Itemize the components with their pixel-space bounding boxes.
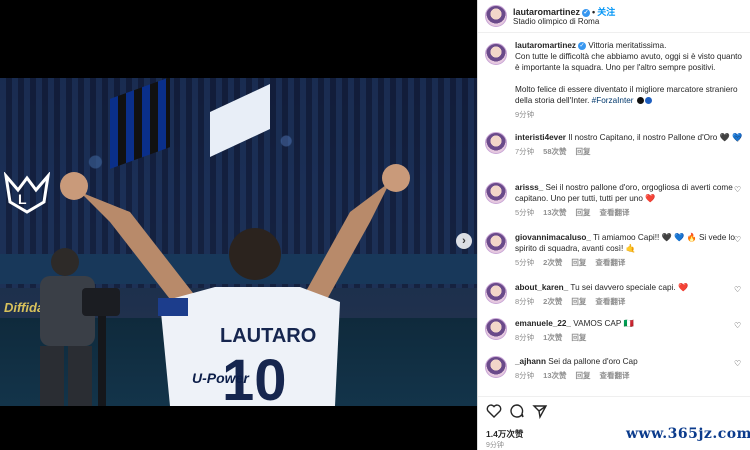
hashtag-link[interactable]: #ForzaInter: [592, 96, 634, 105]
comment-bubble-icon[interactable]: [509, 403, 525, 419]
like-count[interactable]: 1.4万次赞: [486, 428, 523, 440]
verified-badge-icon: ✓: [582, 8, 591, 17]
translate-button[interactable]: 查看翻译: [595, 258, 625, 267]
reply-button[interactable]: 回复: [576, 147, 591, 156]
location-link[interactable]: Stadio olimpico di Roma: [513, 17, 599, 26]
comment-item: about_karen_ Tu sei davvero speciale cap…: [478, 282, 750, 307]
like-comment-heart-icon[interactable]: ♡: [734, 136, 742, 144]
post-photo[interactable]: Diffida LAUTARO 10 U-Power L: [0, 78, 477, 406]
verified-badge-icon: ✓: [577, 41, 586, 50]
post-actions-bar: [478, 396, 750, 420]
svg-text:L: L: [18, 191, 27, 207]
comment-username[interactable]: about_karen_: [515, 283, 568, 292]
post-header: lautaromartinez ✓ • 关注 Stadio olimpico di R…: [478, 0, 750, 33]
comment-username[interactable]: emanuele_22_: [515, 319, 571, 328]
comment-likes[interactable]: 1次赞: [543, 333, 562, 342]
comment-text: Tu sei davvero speciale capi. ❤️: [570, 283, 689, 292]
comment-item: arisss_ Sei il nostro pallone d'oro, org…: [478, 182, 750, 218]
caption-line2: Con tutte le difficoltà che abbiamo avut…: [515, 52, 742, 72]
caption-username[interactable]: lautaromartinez: [515, 41, 576, 50]
comment-time: 8分钟: [515, 371, 535, 380]
comment-time: 5分钟: [515, 208, 535, 217]
comment-likes[interactable]: 13次赞: [543, 371, 566, 380]
jersey-name: LAUTARO: [220, 325, 316, 347]
comment-item: _ajhann Sei da pallone d'oro Cap 8分钟 13次赞…: [478, 356, 750, 381]
share-send-icon[interactable]: [532, 403, 548, 419]
avatar[interactable]: [485, 356, 507, 378]
reply-button[interactable]: 回复: [571, 258, 586, 267]
next-image-button[interactable]: ›: [456, 233, 472, 249]
like-comment-heart-icon[interactable]: ♡: [734, 322, 742, 330]
comment-time: 8分钟: [515, 297, 535, 306]
like-comment-heart-icon[interactable]: ♡: [734, 236, 742, 244]
comment-text: Il nostro Capitano, il nostro Pallone d'…: [568, 133, 743, 142]
black-heart-icon: [636, 97, 644, 105]
comment-text: Sei da pallone d'oro Cap: [548, 357, 638, 366]
comment-likes[interactable]: 2次赞: [543, 297, 562, 306]
comment-likes[interactable]: 58次赞: [543, 147, 566, 156]
caption-time: 9分钟: [515, 110, 535, 119]
translate-button[interactable]: 查看翻译: [600, 208, 630, 217]
avatar[interactable]: [485, 232, 507, 254]
reply-button[interactable]: 回复: [571, 333, 586, 342]
blue-heart-icon: [644, 97, 652, 105]
post-time: 9分钟: [486, 442, 504, 449]
reply-button[interactable]: 回复: [571, 297, 586, 306]
comment-username[interactable]: giovannimacaluso_: [515, 233, 591, 242]
like-heart-icon[interactable]: [486, 403, 502, 419]
like-comment-heart-icon[interactable]: ♡: [734, 186, 742, 194]
caption-line1: Vittoria meritatissima.: [588, 41, 667, 50]
avatar[interactable]: [485, 132, 507, 154]
chevron-right-icon: ›: [462, 234, 466, 247]
comment-likes[interactable]: 13次赞: [543, 208, 566, 217]
comment-time: 8分钟: [515, 333, 535, 342]
comment-username[interactable]: arisss_: [515, 183, 543, 192]
like-comment-heart-icon[interactable]: ♡: [734, 286, 742, 294]
comment-item: giovannimacaluso_ Ti amiamoo Capi!! 🖤 💙 …: [478, 232, 750, 268]
avatar[interactable]: [485, 282, 507, 304]
avatar[interactable]: [485, 318, 507, 340]
avatar[interactable]: [485, 5, 507, 27]
post-caption: lautaromartinez ✓ Vittoria meritatissima.…: [478, 40, 750, 120]
comment-text: Sei il nostro pallone d'oro, orgogliosa …: [515, 183, 733, 203]
comment-username[interactable]: interisti4ever: [515, 133, 566, 142]
brand-logo: L: [3, 171, 51, 216]
like-comment-heart-icon[interactable]: ♡: [734, 360, 742, 368]
avatar[interactable]: [485, 182, 507, 204]
comment-time: 5分钟: [515, 258, 535, 267]
reply-button[interactable]: 回复: [576, 208, 591, 217]
comment-item: interisti4ever Il nostro Capitano, il no…: [478, 132, 750, 157]
translate-button[interactable]: 查看翻译: [600, 371, 630, 380]
translate-button[interactable]: 查看翻译: [595, 297, 625, 306]
comment-time: 7分钟: [515, 147, 535, 156]
jersey-sponsor: U-Power: [192, 370, 249, 386]
follow-button[interactable]: 关注: [597, 7, 615, 17]
comment-text: VAMOS CAP 🇮🇹: [573, 319, 634, 328]
comment-username[interactable]: _ajhann: [515, 357, 546, 366]
watermark-text: www.365jz.com: [626, 426, 750, 442]
post-media-area: Diffida LAUTARO 10 U-Power L ›: [0, 0, 477, 450]
reply-button[interactable]: 回复: [576, 371, 591, 380]
comment-likes[interactable]: 2次赞: [543, 258, 562, 267]
comment-item: emanuele_22_ VAMOS CAP 🇮🇹 8分钟 1次赞 回复 ♡: [478, 318, 750, 343]
post-side-panel: lautaromartinez ✓ • 关注 Stadio olimpico di R…: [477, 0, 750, 450]
header-username[interactable]: lautaromartinez: [513, 7, 580, 17]
avatar[interactable]: [485, 43, 507, 65]
